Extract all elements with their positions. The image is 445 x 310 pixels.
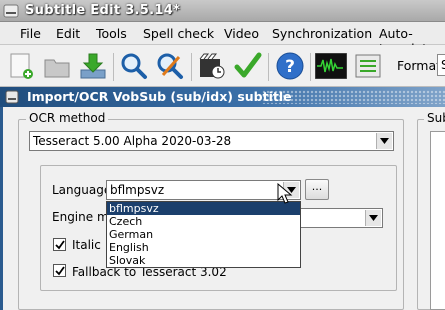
menu-video[interactable]: Video [224,26,259,41]
ocr-method-combo[interactable]: Tesseract 5.00 Alpha 2020-03-28 [29,131,394,151]
svg-text:?: ? [285,57,295,77]
language-dropdown-list[interactable]: bflmpsvz Czech German English Slovak [106,201,301,268]
new-file-button[interactable] [5,50,37,82]
toolbar: ? Format S [0,45,445,87]
language-option[interactable]: bflmpsvz [107,202,300,215]
menu-edit[interactable]: Edit [56,26,80,41]
language-option[interactable]: English [107,241,300,254]
toolbar-separator [310,53,311,81]
help-icon: ? [276,52,304,80]
open-button[interactable] [41,50,73,82]
italic-checkbox[interactable] [53,238,66,251]
menu-spell-check[interactable]: Spell check [143,26,214,41]
help-button[interactable]: ? [274,50,306,82]
dialog-titlebar: Import/OCR VobSub (sub/idx) subtitle [0,87,445,107]
italic-label: Italic [72,238,101,252]
language-value: bflmpsvz [110,183,165,197]
toolbar-separator [113,53,114,81]
toolbar-separator [191,53,192,81]
mouse-cursor-icon [277,183,293,204]
spell-check-icon [234,52,262,78]
visual-sync-button[interactable] [196,50,228,82]
chevron-down-icon[interactable] [376,133,392,149]
toolbar-separator [268,53,269,81]
format-label: Format [397,58,442,73]
replace-button[interactable] [154,50,186,82]
find-button[interactable] [118,50,150,82]
spell-check-button[interactable] [232,50,264,82]
waveform-icon [315,53,347,79]
format-combo[interactable]: S [437,54,445,76]
save-button[interactable] [77,50,109,82]
waveform-button[interactable] [315,50,347,82]
dialog-icon [5,90,19,104]
subtitle-group-label: Subt [424,111,445,125]
subtitle-listview[interactable] [430,131,445,310]
menu-synchronization[interactable]: Synchronization [272,26,372,41]
chevron-down-icon[interactable] [365,210,381,226]
menu-file[interactable]: File [20,26,41,41]
engine-mode-combo[interactable] [296,208,383,228]
language-more-button[interactable]: ... [305,179,329,200]
title-dots-pattern [262,90,445,104]
checkmark-icon [54,265,65,275]
find-icon [121,53,147,79]
ocr-method-group-label: OCR method [26,111,109,125]
settings-button[interactable] [352,50,384,82]
settings-icon [355,54,381,78]
menu-tools[interactable]: Tools [96,26,127,41]
window-titlebar: Subtitle Edit 3.5.14* [0,0,445,22]
visual-sync-icon [199,53,225,79]
language-option[interactable]: Slovak [107,254,300,267]
language-combo[interactable]: bflmpsvz [106,180,301,200]
app-icon [3,4,19,18]
ocr-method-value: Tesseract 5.00 Alpha 2020-03-28 [33,134,232,148]
replace-icon [157,53,183,79]
language-option[interactable]: German [107,228,300,241]
save-download-icon [80,53,106,79]
menu-bar: File Edit Tools Spell check Video Synchr… [0,22,445,56]
language-label: Language [52,183,112,197]
checkmark-icon [54,239,65,249]
open-folder-icon [44,59,70,78]
language-option[interactable]: Czech [107,215,300,228]
window-title: Subtitle Edit 3.5.14* [25,3,181,18]
dialog-title: Import/OCR VobSub (sub/idx) subtitle [27,89,292,104]
new-file-icon [10,53,33,79]
fallback-checkbox[interactable] [53,264,66,277]
